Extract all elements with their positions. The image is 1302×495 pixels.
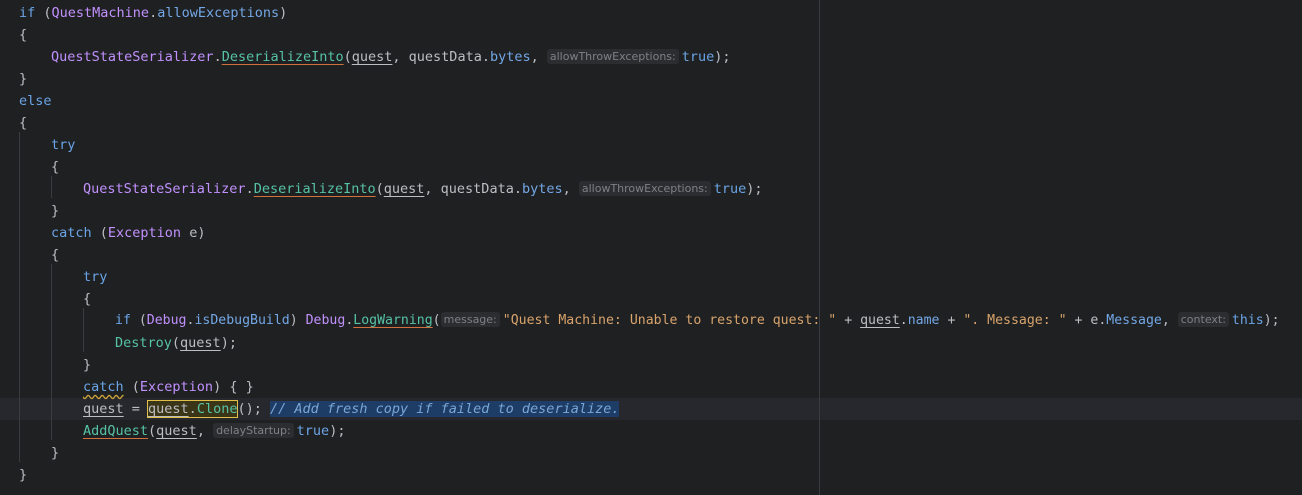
string-literal: ". Message: " bbox=[963, 313, 1067, 328]
keyword-catch: catch bbox=[83, 379, 124, 395]
method-name: DeserializeInto bbox=[253, 181, 376, 197]
indent-guide bbox=[19, 132, 20, 462]
class-name: QuestMachine bbox=[51, 5, 150, 21]
indent-guide bbox=[51, 264, 52, 440]
keyword-if: if bbox=[19, 5, 36, 21]
variable-name: quest bbox=[156, 423, 197, 439]
variable-name: questData bbox=[440, 181, 514, 197]
parameter-hint: allowThrowExceptions: bbox=[546, 49, 679, 64]
keyword-catch: catch bbox=[51, 225, 92, 241]
class-name: Exception bbox=[107, 225, 182, 241]
variable-name: quest bbox=[860, 313, 900, 328]
code-line[interactable]: { bbox=[19, 24, 27, 46]
code-line[interactable]: Destroy(quest); bbox=[115, 332, 237, 354]
code-comment: // Add fresh copy if failed to deseriali… bbox=[269, 401, 620, 417]
code-editor[interactable]: if (QuestMachine.allowExceptions) { Ques… bbox=[0, 0, 1302, 495]
parameter-hint: allowThrowExceptions: bbox=[578, 181, 711, 196]
parameter-hint: delayStartup: bbox=[213, 423, 294, 438]
brace: } bbox=[245, 379, 254, 395]
class-name: QuestStateSerializer bbox=[51, 49, 214, 65]
string-literal: "Quest Machine: Unable to restore quest:… bbox=[502, 313, 837, 328]
code-line[interactable]: { bbox=[83, 288, 91, 310]
code-line[interactable]: if (Debug.isDebugBuild) Debug.LogWarning… bbox=[115, 310, 1280, 332]
property-name: bytes bbox=[521, 181, 563, 197]
code-line[interactable]: } bbox=[83, 354, 91, 376]
code-line[interactable]: { bbox=[19, 112, 27, 134]
code-line[interactable]: catch (Exception e) bbox=[51, 222, 205, 244]
code-line[interactable]: { bbox=[51, 156, 59, 178]
brace: } bbox=[19, 467, 28, 483]
code-line-current[interactable]: quest = quest.Clone(); // Add fresh copy… bbox=[83, 398, 620, 420]
code-line[interactable]: if (QuestMachine.allowExceptions) bbox=[19, 2, 287, 24]
code-line[interactable]: } bbox=[19, 68, 27, 90]
brace: { bbox=[51, 159, 60, 175]
brace: } bbox=[83, 357, 92, 373]
variable-name: e bbox=[189, 225, 198, 241]
keyword-try: try bbox=[83, 269, 108, 285]
code-line[interactable]: { bbox=[51, 244, 59, 266]
variable-name: questData bbox=[408, 49, 482, 65]
variable-name: quest bbox=[383, 181, 425, 197]
brace: } bbox=[51, 203, 60, 219]
class-name: Debug bbox=[146, 313, 187, 328]
keyword-true: true bbox=[713, 181, 747, 197]
indent-guide bbox=[51, 176, 52, 198]
selected-expression[interactable]: quest.Clone bbox=[147, 400, 239, 418]
code-line[interactable]: QuestStateSerializer.DeserializeInto(que… bbox=[51, 46, 731, 68]
brace: } bbox=[51, 445, 60, 461]
class-name: Debug bbox=[305, 313, 346, 328]
code-line[interactable]: } bbox=[51, 442, 59, 464]
code-line[interactable]: AddQuest(quest, delayStartup: true); bbox=[83, 420, 345, 442]
right-margin-guide bbox=[819, 0, 820, 495]
brace: { bbox=[19, 115, 28, 131]
code-line[interactable]: } bbox=[51, 200, 59, 222]
variable-name: quest bbox=[148, 401, 189, 417]
class-name: Exception bbox=[139, 379, 214, 395]
code-line[interactable]: catch (Exception) { } bbox=[83, 376, 254, 398]
variable-name: quest bbox=[180, 335, 221, 351]
keyword-else: else bbox=[19, 93, 52, 109]
keyword-this: this bbox=[1231, 313, 1264, 328]
method-name: Clone bbox=[196, 401, 238, 417]
brace: { bbox=[83, 291, 92, 307]
parameter-hint: context: bbox=[1177, 312, 1229, 327]
keyword-try: try bbox=[51, 137, 76, 153]
indent-guide bbox=[83, 308, 84, 352]
method-name: AddQuest bbox=[83, 423, 149, 439]
method-name: Destroy bbox=[115, 335, 172, 351]
code-line[interactable]: try bbox=[83, 266, 107, 288]
code-line[interactable]: QuestStateSerializer.DeserializeInto(que… bbox=[83, 178, 763, 200]
keyword-if: if bbox=[115, 313, 131, 328]
brace: { bbox=[51, 247, 60, 263]
variable-name: e bbox=[1090, 313, 1099, 328]
brace: { bbox=[229, 379, 238, 395]
variable-name: quest bbox=[83, 401, 124, 417]
code-line[interactable]: else bbox=[19, 90, 52, 112]
property-name: name bbox=[907, 313, 940, 328]
property-name: allowExceptions bbox=[157, 5, 280, 21]
parameter-hint: message: bbox=[440, 312, 500, 327]
method-name: LogWarning bbox=[353, 313, 433, 328]
class-name: QuestStateSerializer bbox=[83, 181, 246, 197]
code-line[interactable]: try bbox=[51, 134, 75, 156]
code-line[interactable]: } bbox=[19, 464, 27, 486]
keyword-true: true bbox=[296, 423, 330, 439]
keyword-true: true bbox=[681, 49, 715, 65]
brace: { bbox=[19, 27, 28, 43]
property-name: bytes bbox=[489, 49, 531, 65]
brace: } bbox=[19, 71, 28, 87]
method-name: DeserializeInto bbox=[221, 49, 344, 65]
property-name: isDebugBuild bbox=[194, 313, 290, 328]
property-name: Message bbox=[1106, 313, 1162, 328]
variable-name: quest bbox=[351, 49, 393, 65]
